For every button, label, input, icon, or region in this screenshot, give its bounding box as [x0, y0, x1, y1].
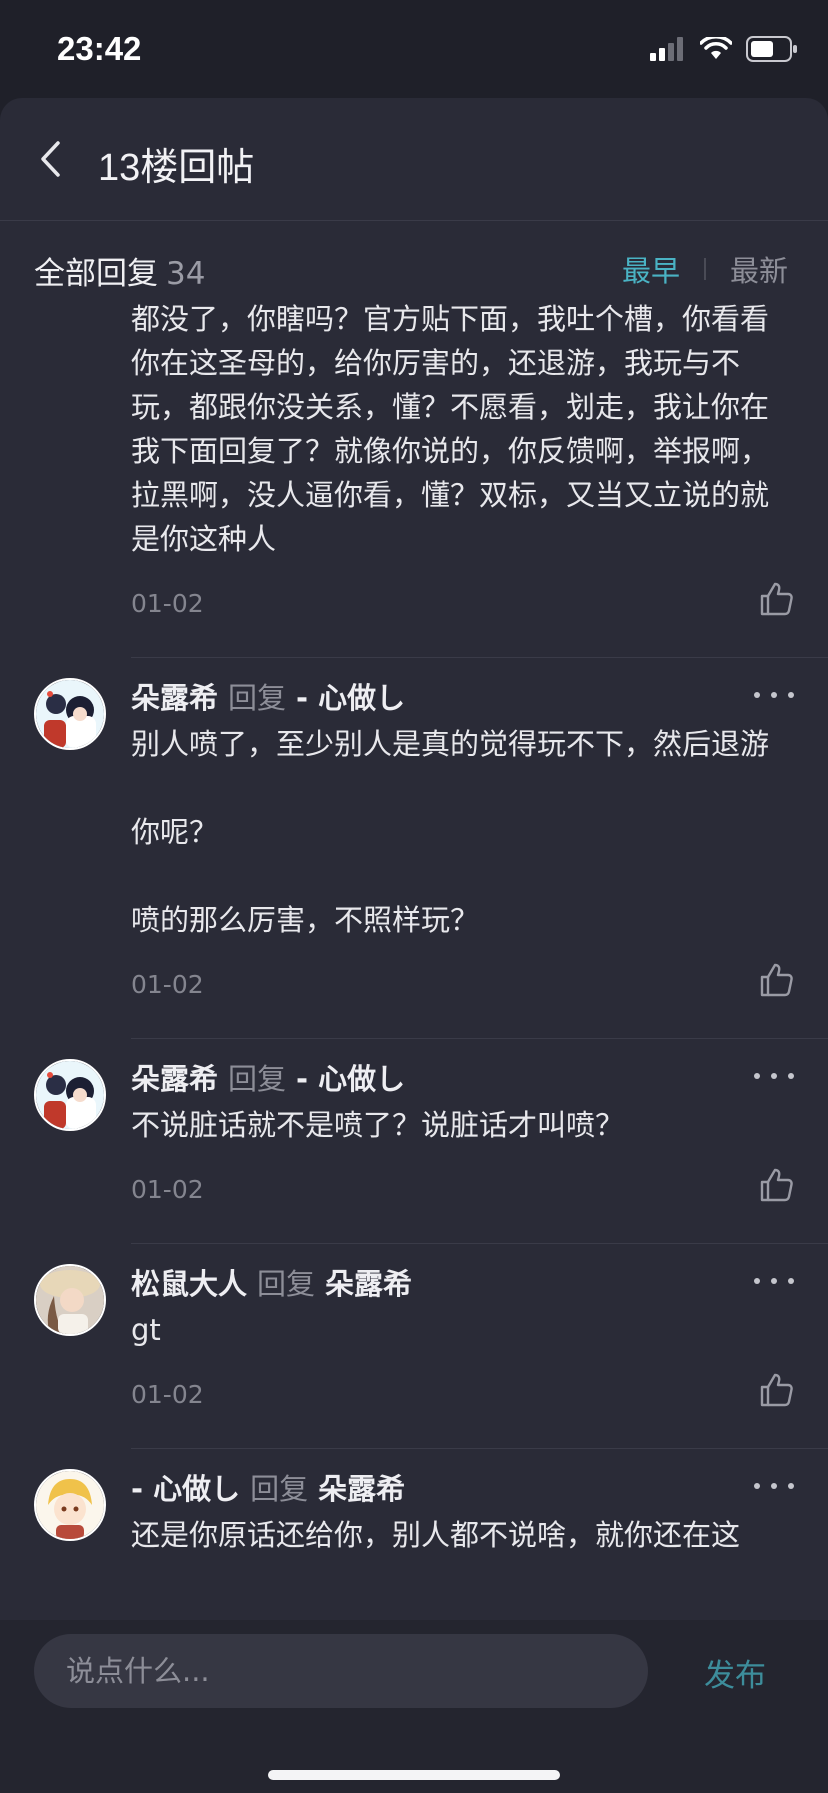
- sort-latest-tab[interactable]: 最新: [730, 248, 788, 290]
- status-time: 23:42: [57, 30, 142, 67]
- thumbs-up-icon[interactable]: [758, 1372, 794, 1408]
- reply-target-name[interactable]: - 心做し: [296, 1056, 405, 1098]
- all-replies-label: 全部回复 34: [34, 248, 205, 293]
- avatar[interactable]: [34, 678, 106, 750]
- reply-target-name[interactable]: 朵露希: [318, 1466, 405, 1508]
- reply-footer: 01-02: [131, 962, 794, 1014]
- reply-item: 朵露希 回复 - 心做し 不说脏话就不是喷了？说脏话才叫喷？ 01-02: [0, 1039, 828, 1219]
- reply-header: 松鼠大人 回复 朵露希: [131, 1244, 794, 1304]
- author-name[interactable]: - 心做し: [131, 1466, 240, 1508]
- author-name[interactable]: 朵露希: [131, 1056, 218, 1098]
- reply-text: 都没了，你瞎吗？官方贴下面，我吐个槽，你看看你在这圣母的，给你厉害的，还退游，我…: [131, 302, 770, 556]
- reply-footer: 01-02: [131, 1372, 794, 1424]
- reply-item: 都没了，你瞎吗？官方贴下面，我吐个槽，你看看你在这圣母的，给你厉害的，还退游，我…: [0, 297, 828, 633]
- more-options-icon[interactable]: [754, 1471, 794, 1501]
- reply-footer: 01-02: [131, 1167, 794, 1219]
- reply-word: 回复: [250, 1472, 309, 1506]
- reply-sheet: 13楼回帖 全部回复 34 最早 最新 都没了，你瞎吗？官方贴下面，我吐个槽，你看…: [0, 98, 828, 1793]
- thumbs-up-icon[interactable]: [758, 962, 794, 998]
- home-indicator: [268, 1770, 560, 1780]
- thumbs-up-icon[interactable]: [758, 581, 794, 617]
- avatar[interactable]: [34, 1469, 106, 1541]
- reply-word: 回复: [228, 681, 287, 715]
- author-name[interactable]: 松鼠大人: [131, 1261, 247, 1303]
- reply-text: 不说脏话就不是喷了？说脏话才叫喷？: [131, 1108, 625, 1142]
- reply-word: 回复: [257, 1267, 316, 1301]
- reply-word: 回复: [228, 1062, 287, 1096]
- signal-icon: [650, 37, 683, 61]
- reply-date: 01-02: [131, 589, 204, 618]
- avatar[interactable]: [34, 1059, 106, 1131]
- sort-earliest-tab[interactable]: 最早: [622, 248, 680, 290]
- reply-list: 都没了，你瞎吗？官方贴下面，我吐个槽，你看看你在这圣母的，给你厉害的，还退游，我…: [0, 293, 828, 1557]
- avatar[interactable]: [34, 1264, 106, 1336]
- battery-icon: [746, 36, 797, 62]
- thumbs-up-icon[interactable]: [758, 1167, 794, 1203]
- sort-tabs: 最早 最新: [622, 248, 788, 290]
- publish-button[interactable]: 发布: [704, 1650, 766, 1695]
- chevron-left-icon: [41, 141, 60, 177]
- reply-target-name[interactable]: 朵露希: [325, 1261, 412, 1303]
- reply-date: 01-02: [131, 1175, 204, 1204]
- page-title: 13楼回帖: [98, 147, 255, 189]
- reply-item: 松鼠大人 回复 朵露希 gt 01-02: [0, 1244, 828, 1424]
- reply-item: 朵露希 回复 - 心做し 别人喷了，至少别人是真的觉得玩不下，然后退游 你呢？ …: [0, 658, 828, 1014]
- reply-date: 01-02: [131, 970, 204, 999]
- status-bar: 23:42: [0, 0, 828, 98]
- nav-bar: 13楼回帖: [0, 98, 828, 221]
- reply-target-name[interactable]: - 心做し: [296, 675, 405, 717]
- back-button[interactable]: [30, 136, 70, 182]
- reply-text: 别人喷了，至少别人是真的觉得玩不下，然后退游 你呢？ 喷的那么厉害，不照样玩？: [131, 727, 770, 937]
- comment-bar: 发布: [0, 1620, 828, 1793]
- all-replies-text: 全部回复: [34, 256, 158, 292]
- more-options-icon[interactable]: [754, 1266, 794, 1296]
- reply-text: gt: [131, 1313, 161, 1347]
- status-icons: [650, 36, 798, 62]
- wifi-icon: [700, 37, 732, 59]
- reply-header: - 心做し 回复 朵露希: [131, 1449, 794, 1509]
- sort-divider: [703, 258, 706, 280]
- author-name[interactable]: 朵露希: [131, 675, 218, 717]
- reply-date: 01-02: [131, 1380, 204, 1409]
- reply-item: - 心做し 回复 朵露希 还是你原话还给你，别人都不说啥，就你还在这: [0, 1449, 828, 1557]
- comment-input[interactable]: [34, 1634, 648, 1708]
- more-options-icon[interactable]: [754, 1061, 794, 1091]
- reply-count: 34: [166, 256, 206, 292]
- more-options-icon[interactable]: [754, 680, 794, 710]
- reply-header: 朵露希 回复 - 心做し: [131, 658, 794, 718]
- reply-text: 还是你原话还给你，别人都不说啥，就你还在这: [131, 1518, 741, 1552]
- reply-header: 朵露希 回复 - 心做し: [131, 1039, 794, 1099]
- reply-footer: 01-02: [131, 581, 794, 633]
